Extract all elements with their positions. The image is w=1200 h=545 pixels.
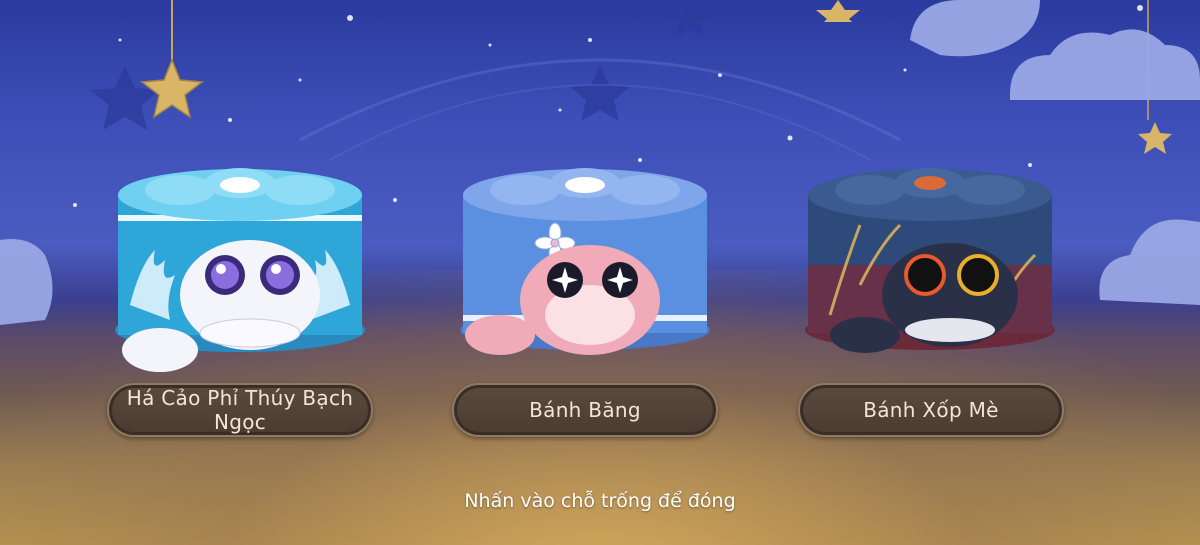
close-overlay-area[interactable]: Há Cảo Phỉ Thúy Bạch Ngọc Bánh Băng Bánh… xyxy=(0,0,1200,545)
item-name-label-1[interactable]: Há Cảo Phỉ Thúy Bạch Ngọc xyxy=(107,383,373,437)
tap-to-close-hint: Nhấn vào chỗ trống để đóng xyxy=(464,490,736,512)
item-name-label-2[interactable]: Bánh Băng xyxy=(452,383,718,437)
jade-dumpling-cat-icon[interactable] xyxy=(110,155,370,385)
ice-mooncake-cat-icon[interactable] xyxy=(455,155,715,385)
item-name-label-3[interactable]: Bánh Xốp Mè xyxy=(798,383,1064,437)
item-name-text-2: Bánh Băng xyxy=(529,398,641,422)
item-name-text-3: Bánh Xốp Mè xyxy=(863,398,999,422)
sesame-cake-cat-icon[interactable] xyxy=(800,155,1060,385)
item-name-text-1: Há Cảo Phỉ Thúy Bạch Ngọc xyxy=(126,386,354,434)
